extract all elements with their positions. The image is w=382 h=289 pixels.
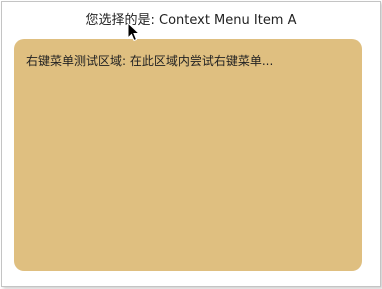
mouse-pointer-icon xyxy=(127,22,141,42)
context-area-label: 右键菜单测试区域: 在此区域内尝试右键菜单... xyxy=(26,54,274,68)
selection-status-text: 您选择的是: Context Menu Item A xyxy=(85,13,297,28)
window-frame: 您选择的是: Context Menu Item A 右键菜单测试区域: 在此区… xyxy=(1,1,381,287)
context-menu-test-area[interactable]: 右键菜单测试区域: 在此区域内尝试右键菜单... xyxy=(14,39,362,271)
